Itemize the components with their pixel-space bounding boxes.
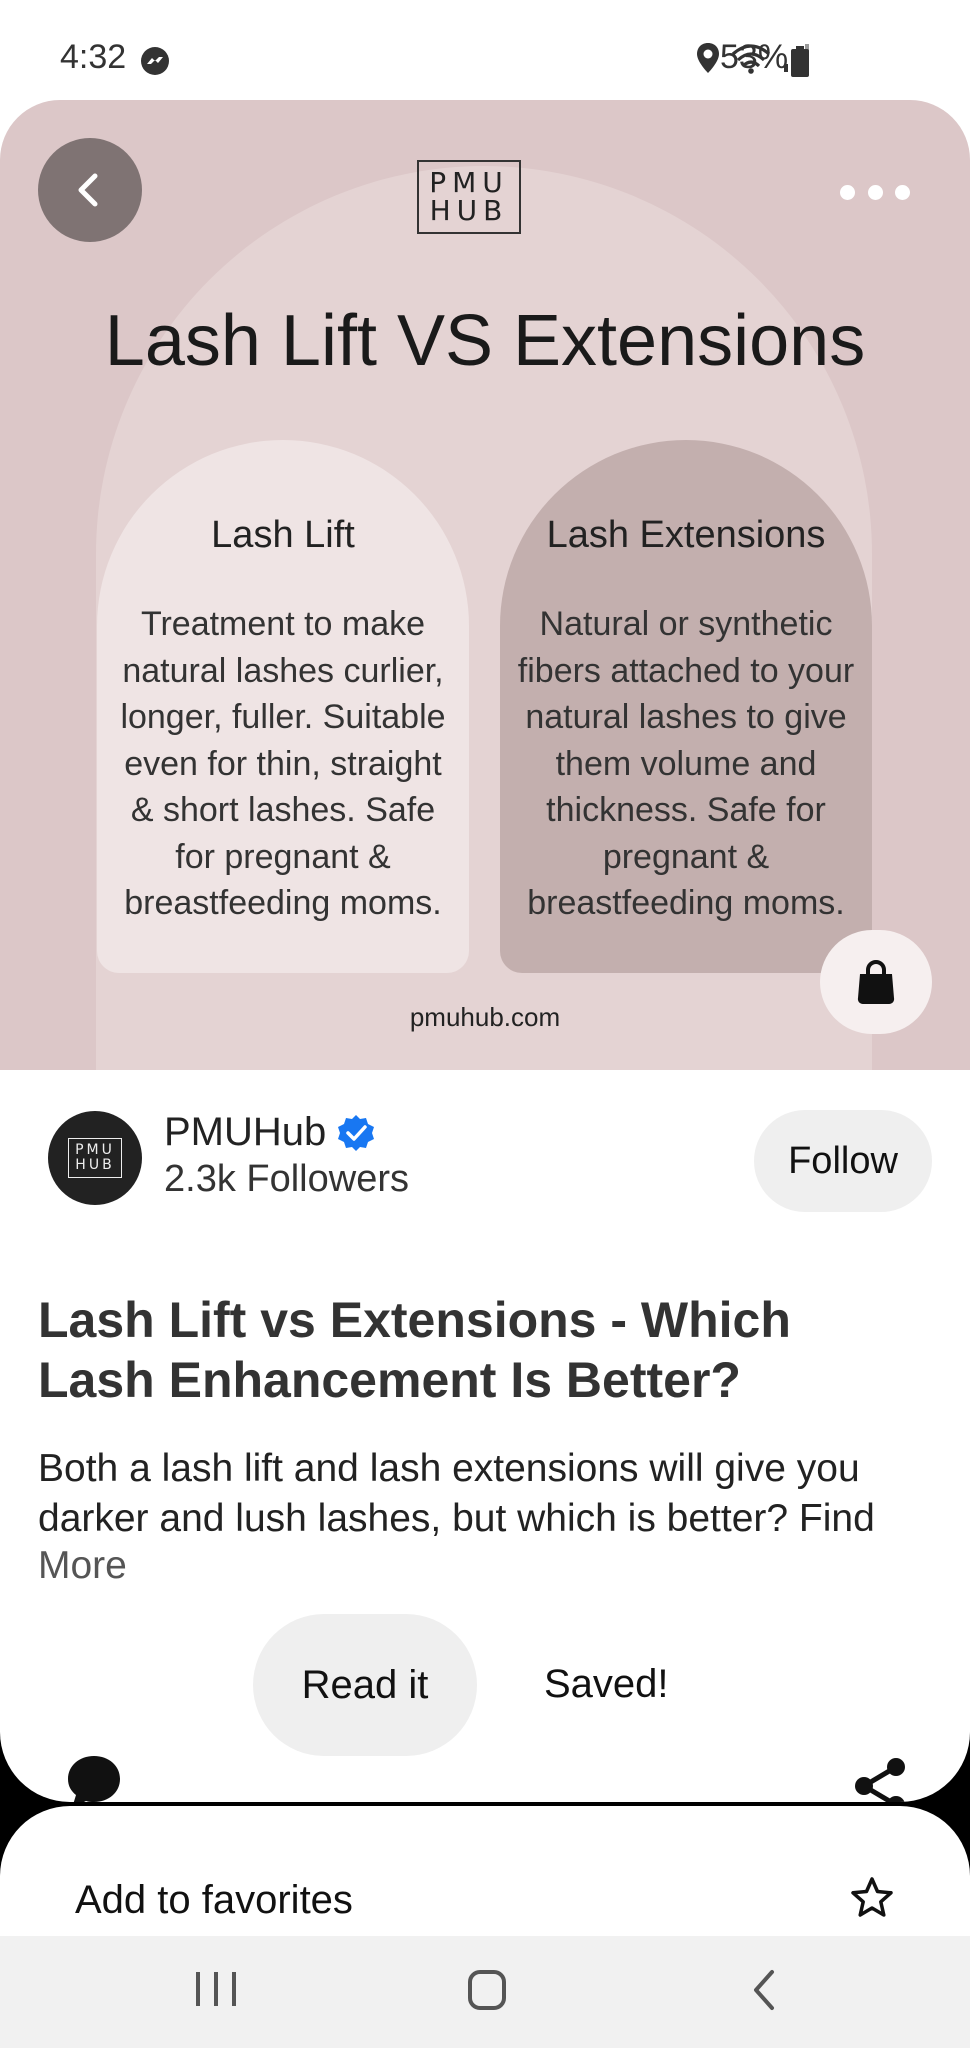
- pin-title: Lash Lift vs Extensions - Which Lash Enh…: [38, 1292, 791, 1408]
- creator-name-text: PMUHub: [164, 1110, 327, 1154]
- follower-count: 2.3k Followers: [164, 1158, 409, 1200]
- pin-description: Both a lash lift and lash extensions wil…: [38, 1447, 875, 1540]
- comment-icon[interactable]: [62, 1750, 126, 1802]
- battery-percent: 53%: [720, 38, 789, 76]
- back-button[interactable]: [38, 138, 142, 242]
- system-nav-bar: [0, 1936, 970, 2048]
- avatar-logo: PMU HUB: [68, 1138, 122, 1178]
- pin-card: PMU HUB Lash Lift VS Extensions Lash Lif…: [0, 100, 970, 1802]
- more-dots-icon: [840, 184, 855, 200]
- lash-lift-title: Lash Lift: [211, 514, 355, 556]
- lash-extensions-title: Lash Extensions: [546, 514, 826, 556]
- nav-back-icon[interactable]: [744, 1966, 784, 2014]
- back-arrow-icon: [78, 173, 98, 207]
- lash-lift-card: Lash Lift Treatment to make natural lash…: [97, 440, 469, 973]
- add-to-favorites-label[interactable]: Add to favorites: [75, 1878, 353, 1923]
- status-bar: 4:32 53%: [0, 0, 970, 100]
- pin-image[interactable]: PMU HUB Lash Lift VS Extensions Lash Lif…: [0, 100, 970, 1070]
- star-icon[interactable]: [850, 1876, 894, 1920]
- more-options-button[interactable]: [840, 172, 910, 212]
- verified-badge-icon: [338, 1114, 375, 1151]
- messenger-icon: [141, 47, 169, 75]
- pin-headline: Lash Lift VS Extensions: [104, 301, 866, 381]
- battery-icon: [791, 46, 809, 77]
- shop-button[interactable]: [820, 930, 932, 1034]
- lash-extensions-body: Natural or synthetic fibers attached to …: [517, 605, 855, 922]
- location-icon: [697, 43, 719, 73]
- follow-button[interactable]: Follow: [754, 1110, 932, 1212]
- read-it-button[interactable]: Read it: [253, 1614, 477, 1756]
- lash-extensions-card: Lash Extensions Natural or synthetic fib…: [500, 440, 872, 973]
- creator-name[interactable]: PMUHub: [164, 1110, 376, 1155]
- lash-lift-body: Treatment to make natural lashes curlier…: [120, 605, 446, 922]
- recent-apps-icon[interactable]: [196, 1972, 236, 2012]
- share-icon[interactable]: [850, 1756, 910, 1802]
- status-time: 4:32: [60, 38, 127, 76]
- pin-brand-logo: PMU HUB: [417, 160, 521, 234]
- creator-avatar[interactable]: PMU HUB: [48, 1111, 142, 1205]
- saved-button[interactable]: Saved!: [544, 1662, 669, 1707]
- home-icon[interactable]: [468, 1970, 506, 2010]
- pin-site-url: pmuhub.com: [409, 1002, 561, 1032]
- shopping-bag-icon: [857, 960, 895, 1005]
- more-link[interactable]: More: [38, 1544, 127, 1588]
